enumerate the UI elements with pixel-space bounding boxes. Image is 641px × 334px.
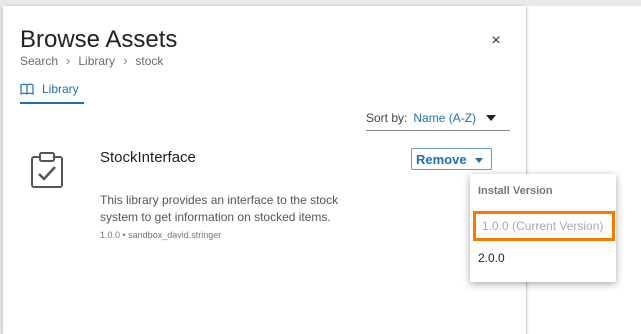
menu-header: Install Version <box>478 185 553 197</box>
breadcrumb-separator: › <box>66 53 71 68</box>
menu-item-current-version: 1.0.0 (Current Version) <box>473 211 615 241</box>
asset-name: StockInterface <box>100 149 196 166</box>
browse-assets-dialog: Browse Assets × Search › Library › stock… <box>3 6 526 334</box>
sort-value[interactable]: Name (A-Z) <box>413 111 476 125</box>
asset-meta: 1.0.0 • sandbox_david.stringer <box>100 230 222 240</box>
chevron-down-icon <box>475 158 483 163</box>
clipboard-check-icon <box>29 151 65 194</box>
menu-item-version-2-0-0[interactable]: 2.0.0 <box>478 251 505 265</box>
sort-label: Sort by: <box>366 111 408 125</box>
breadcrumb-item-library[interactable]: Library <box>78 54 115 68</box>
tab-label: Library <box>42 82 79 96</box>
background-panel <box>527 6 641 334</box>
dialog-title: Browse Assets <box>20 26 178 53</box>
breadcrumb-item-stock: stock <box>135 53 164 68</box>
tab-active-indicator <box>20 102 84 104</box>
close-icon[interactable]: × <box>487 32 505 50</box>
breadcrumb: Search › Library › stock <box>20 53 163 68</box>
sort-select[interactable]: Sort by: Name (A-Z) <box>366 106 510 131</box>
breadcrumb-separator: › <box>123 53 128 68</box>
breadcrumb-item-search[interactable]: Search <box>20 54 58 68</box>
install-version-menu: Install Version 1.0.0 (Current Version) … <box>470 174 616 282</box>
book-icon <box>20 83 34 95</box>
caret-down-icon[interactable] <box>486 115 496 121</box>
remove-button[interactable]: Remove <box>411 148 492 170</box>
remove-button-label: Remove <box>416 151 467 167</box>
asset-description: This library provides an interface to th… <box>100 193 339 224</box>
tab-library[interactable]: Library <box>20 82 79 96</box>
